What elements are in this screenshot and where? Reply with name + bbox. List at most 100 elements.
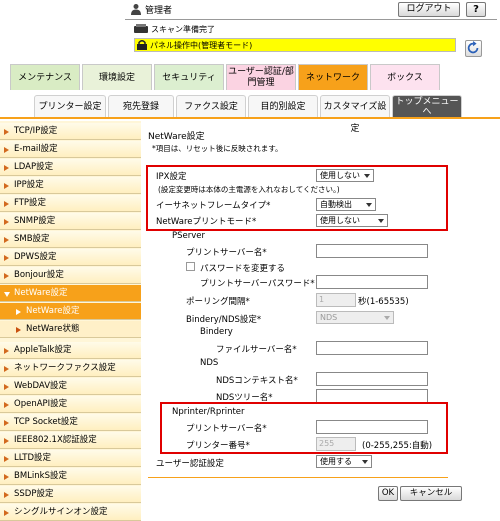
sidebar-subitem-netware-settings[interactable]: NetWare設定 [0,303,141,320]
ipx-select[interactable]: 使用しない [316,169,374,182]
header-divider [125,19,497,20]
arrow-icon [4,129,9,135]
bindery-nds-select[interactable]: NDS [316,311,394,324]
ok-button[interactable]: OK [378,486,398,501]
refresh-button[interactable] [465,40,482,57]
polling-label: ポーリング間隔* [186,297,250,307]
tab-box[interactable]: ボックス [370,64,440,90]
tab-environment[interactable]: 環境設定 [82,64,152,90]
sidebar-item-label: OpenAPI設定 [14,399,68,409]
subtab-printer-settings[interactable]: プリンター設定 [34,95,106,117]
sidebar-item-dpws[interactable]: DPWS設定 [0,249,141,266]
frame-type-select[interactable]: 自動検出 [316,198,376,211]
sidebar-item-smb[interactable]: SMB設定 [0,231,141,248]
help-button[interactable]: ? [466,2,486,17]
tab-network[interactable]: ネットワーク [298,64,368,90]
printer-number-input[interactable]: 255 [316,437,356,451]
sidebar-item-single-sign-on[interactable]: シングルサインオン設定 [0,504,141,521]
sidebar-item-label: Bonjour設定 [14,270,64,280]
file-server-input[interactable] [316,341,428,355]
tab-label: ボックス [387,73,423,83]
logout-button[interactable]: ログアウト [398,2,460,17]
subtab-top-menu[interactable]: トップメニューへ [392,95,462,117]
nds-context-label: NDSコンテキスト名* [216,376,298,386]
nprinter-heading: Nprinter/Rprinter [172,407,245,417]
sidebar-item-ieee8021x[interactable]: IEEE802.1X認証設定 [0,432,141,449]
print-server-name-input[interactable] [316,244,428,258]
arrow-icon [4,384,9,390]
arrow-icon [4,492,9,498]
sidebar-item-label: TCP/IP設定 [14,126,58,136]
sidebar-item-label: DPWS設定 [14,252,57,262]
sidebar-item-tcpip[interactable]: TCP/IP設定 [0,123,141,140]
user-auth-select[interactable]: 使用する [316,455,372,468]
tab-label: ユーザー認証/部門管理 [228,67,294,88]
tab-user-auth[interactable]: ユーザー認証/部門管理 [226,64,296,90]
sidebar-item-openapi[interactable]: OpenAPI設定 [0,396,141,413]
sidebar-item-label: シングルサインオン設定 [14,507,108,517]
sidebar-item-lltd[interactable]: LLTD設定 [0,450,141,467]
nds-tree-input[interactable] [316,389,428,403]
tab-maintenance[interactable]: メンテナンス [10,64,80,90]
ipx-label: IPX設定 [156,172,187,182]
sidebar-item-ldap[interactable]: LDAP設定 [0,159,141,176]
sidebar-item-label: AppleTalk設定 [14,345,72,355]
sidebar-item-appletalk[interactable]: AppleTalk設定 [0,342,141,359]
sidebar-item-bonjour[interactable]: Bonjour設定 [0,267,141,284]
bindery-heading: Bindery [200,327,233,337]
tab-security[interactable]: セキュリティ [154,64,224,90]
chevron-down-icon [378,219,384,223]
bindery-nds-label: Bindery/NDS設定* [186,315,262,325]
print-server-name-label: プリントサーバー名* [186,248,267,258]
subtab-label: 宛先登録 [122,102,159,112]
chevron-down-icon [366,203,372,207]
arrow-icon [4,183,9,189]
sidebar-item-ssdp[interactable]: SSDP設定 [0,486,141,503]
admin-user-icon [131,4,141,15]
sidebar-item-netware[interactable]: NetWare設定 [0,285,141,302]
form-divider [148,477,448,478]
header: 管理者 ログアウト ? スキャン準備完了 パネル操作中(管理者モード) [0,0,500,62]
polling-input[interactable]: 1 [316,293,356,307]
sidebar: TCP/IP設定 E-mail設定 LDAP設定 IPP設定 FTP設定 SNM… [0,121,141,521]
panel-status-text: パネル操作中(管理者モード) [150,41,253,50]
cancel-button[interactable]: キャンセル [400,486,462,501]
sidebar-item-label: LDAP設定 [14,162,54,172]
arrow-icon [4,438,9,444]
print-mode-value: 使用しない [320,216,360,225]
sidebar-item-label: WebDAV設定 [14,381,68,391]
bindery-nds-value: NDS [320,313,338,322]
sidebar-item-network-fax[interactable]: ネットワークファクス設定 [0,360,141,377]
sidebar-item-bmlinks[interactable]: BMLinkS設定 [0,468,141,485]
change-password-label: パスワードを変更する [200,264,286,274]
change-password-checkbox[interactable] [186,262,195,271]
tab-label: ネットワーク [305,73,360,83]
arrow-icon [4,255,9,261]
subtab-label: プリンター設定 [38,102,102,112]
sidebar-item-webdav[interactable]: WebDAV設定 [0,378,141,395]
subtab-address-registration[interactable]: 宛先登録 [108,95,174,117]
sidebar-item-snmp[interactable]: SNMP設定 [0,213,141,230]
arrow-icon [16,309,21,315]
printer-number-label: プリンター番号* [186,441,250,451]
sidebar-item-label: TCP Socket設定 [14,417,78,427]
print-mode-select[interactable]: 使用しない [316,214,388,227]
arrow-icon [4,474,9,480]
print-server-password-input[interactable] [316,275,428,289]
nds-context-input[interactable] [316,372,428,386]
sidebar-item-ipp[interactable]: IPP設定 [0,177,141,194]
subtab-fax-settings[interactable]: ファクス設定 [176,95,246,117]
arrow-icon [4,348,9,354]
sidebar-item-tcp-socket[interactable]: TCP Socket設定 [0,414,141,431]
subtab-customize-settings[interactable]: カスタマイズ設定 [320,95,390,134]
arrow-icon [4,201,9,207]
sidebar-item-ftp[interactable]: FTP設定 [0,195,141,212]
sidebar-subitem-netware-status[interactable]: NetWare状態 [0,321,141,338]
nprinter-server-input[interactable] [316,420,428,434]
arrow-icon [16,327,21,333]
subtab-purpose-settings[interactable]: 目的別設定 [248,95,318,117]
nprinter-server-label: プリントサーバー名* [186,424,267,434]
sidebar-item-email[interactable]: E-mail設定 [0,141,141,158]
arrow-icon [4,510,9,516]
arrow-icon [4,420,9,426]
